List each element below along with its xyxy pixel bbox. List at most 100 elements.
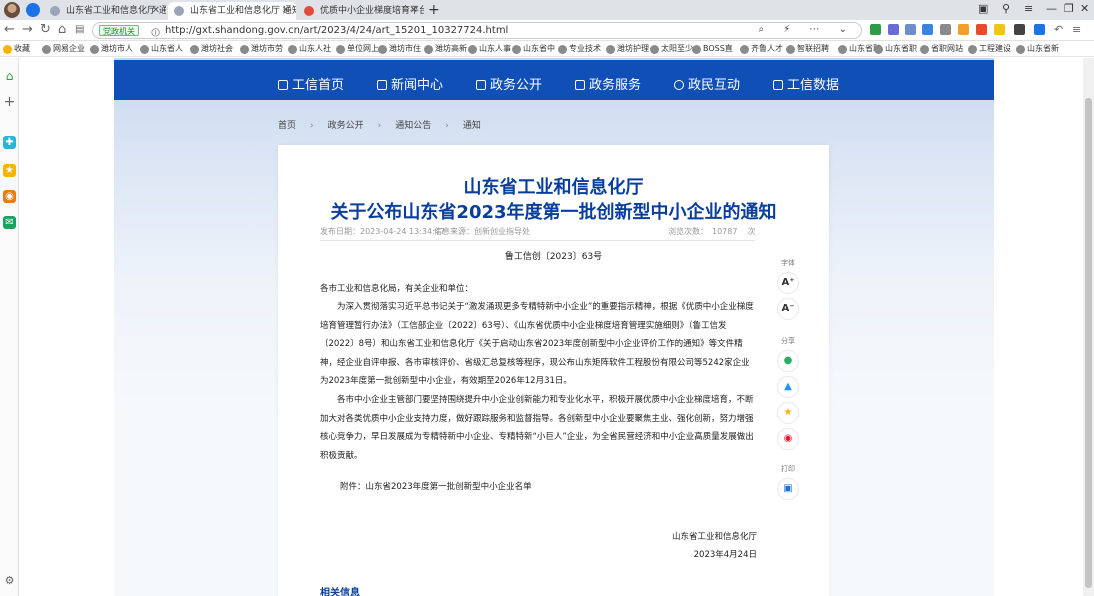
more-menu-icon[interactable]: ≡	[1072, 23, 1081, 37]
browser-menu-icon[interactable]	[26, 3, 40, 17]
globe-icon	[468, 45, 477, 54]
attachment-link[interactable]: 附件：山东省2023年度第一批创新型中小企业名单	[340, 480, 532, 492]
address-bar[interactable]: 党政机关 🛈 http://gxt.shandong.gov.cn/art/20…	[92, 22, 862, 39]
forward-button[interactable]: →	[22, 23, 33, 37]
publish-date: 发布日期：2023-04-24 13:34:47	[320, 227, 445, 236]
page-scrollbar[interactable]	[1083, 58, 1094, 596]
extension-icon[interactable]	[940, 24, 951, 35]
bookmark-item[interactable]: 工程建设	[968, 43, 1011, 55]
tab-2[interactable]: 山东省工业和信息化厅 通知 公 ✕	[168, 2, 296, 20]
bookmark-item[interactable]: 齐鲁人才	[740, 43, 783, 55]
bookmark-item[interactable]: BOSS直	[692, 43, 733, 55]
monitor-icon	[476, 80, 486, 90]
weibo-icon[interactable]: ◉	[777, 428, 799, 450]
tab-1[interactable]: 山东省工业和信息化厅 通知 ✕	[44, 2, 166, 20]
mail-icon[interactable]: ✉	[3, 216, 16, 229]
bookmark-item[interactable]: 山东人事	[468, 43, 511, 55]
bookmark-item[interactable]: 潍坊护理	[606, 43, 649, 55]
site-info-icon[interactable]: 🛈	[151, 26, 160, 42]
extension-icon[interactable]	[888, 24, 899, 35]
breadcrumb-notice[interactable]: 通知	[463, 121, 481, 131]
site-logo-icon	[304, 6, 314, 16]
salutation: 各市工业和信息化局，有关企业和单位：	[320, 284, 474, 294]
nav-item-data[interactable]: 工信数据	[773, 60, 839, 100]
wechat-icon[interactable]: ●	[777, 350, 799, 372]
minimize-button[interactable]: —	[1046, 3, 1057, 15]
star-icon[interactable]: ★	[3, 164, 16, 177]
globe-icon	[140, 45, 149, 54]
nav-item-news[interactable]: 新闻中心	[377, 60, 443, 100]
translate-icon[interactable]: ✚	[3, 136, 16, 149]
article-title-line1: 山东省工业和信息化厅	[463, 177, 644, 198]
tab-2-label: 山东省工业和信息化厅 通知 公	[190, 6, 296, 16]
menu-icon[interactable]: ≡	[1024, 3, 1033, 15]
tab-close-icon[interactable]: ✕	[152, 2, 160, 20]
address-tools[interactable]: ⌕ ⚡ ⋯ ⌄	[758, 24, 855, 35]
globe-icon	[786, 45, 795, 54]
bookmark-item[interactable]: 山东省新	[1016, 43, 1059, 55]
bookmark-item[interactable]: 山东省人	[140, 43, 183, 55]
bookmark-item[interactable]: 山东省职	[874, 43, 917, 55]
weibo-icon[interactable]: ◉	[3, 190, 16, 203]
bookmark-item[interactable]: 单位网上	[336, 43, 379, 55]
wallet-icon[interactable]: ▤	[75, 23, 84, 37]
tab-list-icon[interactable]: ▣	[978, 3, 988, 15]
url-text[interactable]: http://gxt.shandong.gov.cn/art/2023/4/24…	[165, 24, 508, 38]
maximize-button[interactable]: ❐	[1064, 3, 1074, 15]
bookmark-item[interactable]: 潍坊社会	[190, 43, 233, 55]
profile-avatar[interactable]	[4, 2, 20, 18]
nav-item-interaction[interactable]: 政民互动	[674, 60, 740, 100]
bookmark-item[interactable]: 潍坊市人	[90, 43, 133, 55]
extension-icon[interactable]	[922, 24, 933, 35]
back-button[interactable]: ←	[4, 23, 15, 37]
new-tab-button[interactable]: +	[428, 2, 440, 18]
extension-icon[interactable]	[994, 24, 1005, 35]
bookmark-item[interactable]: 收藏	[3, 43, 30, 55]
bookmark-item[interactable]: 潍坊市住	[378, 43, 421, 55]
bookmark-item[interactable]: 专业技术	[558, 43, 601, 55]
undo-icon[interactable]: ↶	[1054, 23, 1063, 37]
shield-icon[interactable]	[870, 24, 881, 35]
settings-icon[interactable]: ⚙	[3, 574, 16, 587]
apps-icon[interactable]	[1014, 24, 1025, 35]
nav-item-services[interactable]: 政务服务	[575, 60, 641, 100]
paragraph-2: 各市中小企业主管部门要坚持围绕提升中小企业创新能力和专业化水平，积极开展优质中小…	[320, 395, 754, 461]
font-increase-button[interactable]: A⁺	[777, 272, 799, 294]
tab-close-icon[interactable]: ✕	[410, 2, 418, 20]
tab-3[interactable]: 优质中小企业梯度培育平台 ✕	[298, 2, 424, 20]
font-decrease-button[interactable]: A⁻	[777, 298, 799, 320]
add-icon[interactable]: +	[3, 95, 16, 109]
home-button[interactable]: ⌂	[58, 23, 66, 37]
print-icon[interactable]: ▣	[777, 478, 799, 500]
fox-icon[interactable]	[976, 24, 987, 35]
breadcrumb-announcements[interactable]: 通知公告	[395, 121, 431, 131]
close-window-button[interactable]: ✕	[1080, 3, 1089, 15]
reload-button[interactable]: ↻	[40, 23, 51, 37]
bookmark-item[interactable]: 山东省中	[512, 43, 555, 55]
extension-icon[interactable]	[958, 24, 969, 35]
breadcrumb-home[interactable]: 首页	[278, 121, 296, 131]
home-icon[interactable]: ⌂	[3, 70, 16, 83]
bookmark-item[interactable]: 潍坊高新	[424, 43, 467, 55]
globe-icon	[740, 45, 749, 54]
extension-icon[interactable]	[905, 24, 916, 35]
bookmark-item[interactable]: 智联招聘	[786, 43, 829, 55]
globe-icon	[606, 45, 615, 54]
article-card: 山东省工业和信息化厅 关于公布山东省2023年度第一批创新型中小企业的通知 发布…	[278, 145, 829, 596]
bookmark-item[interactable]: 太阳至少	[650, 43, 693, 55]
breadcrumb-gov-affairs[interactable]: 政务公开	[328, 121, 364, 131]
bookmark-item[interactable]: 省职网站	[920, 43, 963, 55]
bookmark-item[interactable]: 潍坊市劳	[240, 43, 283, 55]
tab-close-icon[interactable]: ✕	[282, 2, 290, 20]
download-icon[interactable]	[1034, 24, 1045, 35]
breadcrumb-separator: ›	[310, 121, 314, 131]
nav-item-gov-affairs[interactable]: 政务公开	[476, 60, 542, 100]
bookmark-item[interactable]: 网易企业	[42, 43, 85, 55]
tab-bar: 山东省工业和信息化厅 通知 ✕ 山东省工业和信息化厅 通知 公 ✕ 优质中小企业…	[0, 0, 1094, 20]
qq-icon[interactable]: ▲	[777, 376, 799, 398]
nav-item-home[interactable]: 工信首页	[278, 60, 344, 100]
qzone-star-icon[interactable]: ★	[777, 402, 799, 424]
bookmark-item[interactable]: 山东人社	[288, 43, 331, 55]
scrollbar-thumb[interactable]	[1085, 98, 1092, 588]
pin-icon[interactable]: ⚲	[1002, 3, 1010, 15]
